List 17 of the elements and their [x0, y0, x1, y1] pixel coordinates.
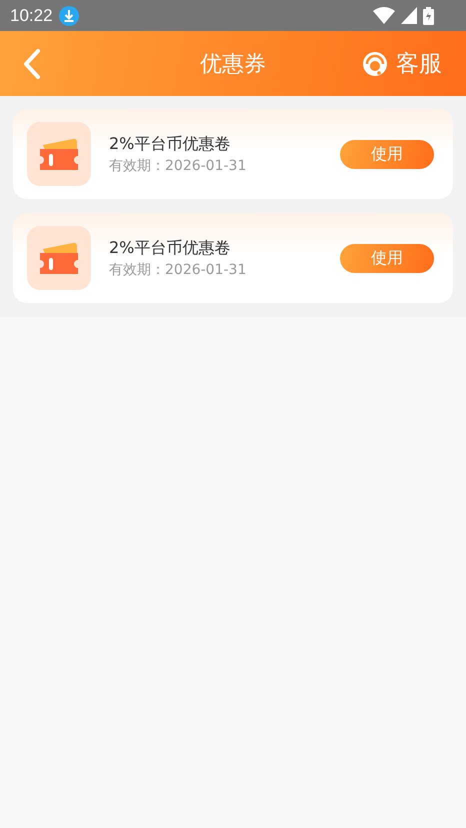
back-icon[interactable] [22, 48, 42, 80]
ticket-icon [27, 122, 91, 186]
customer-service-button[interactable]: 客服 [362, 48, 442, 79]
download-icon [58, 6, 79, 26]
coupon-validity: 有效期：2026-01-31 [109, 156, 246, 174]
headset-icon [362, 50, 388, 76]
use-button[interactable]: 使用 [340, 244, 434, 272]
ticket-icon [27, 226, 91, 290]
use-button[interactable]: 使用 [340, 140, 434, 168]
status-time: 10:22 [10, 6, 53, 26]
wifi-icon [373, 7, 395, 24]
signal-icon [401, 7, 417, 24]
coupon-title: 2%平台币优惠卷 [109, 134, 232, 154]
page-title: 优惠券 [200, 52, 266, 76]
battery-icon [423, 6, 434, 24]
coupon-validity: 有效期：2026-01-31 [109, 260, 246, 278]
coupon-title: 2%平台币优惠卷 [109, 238, 232, 258]
